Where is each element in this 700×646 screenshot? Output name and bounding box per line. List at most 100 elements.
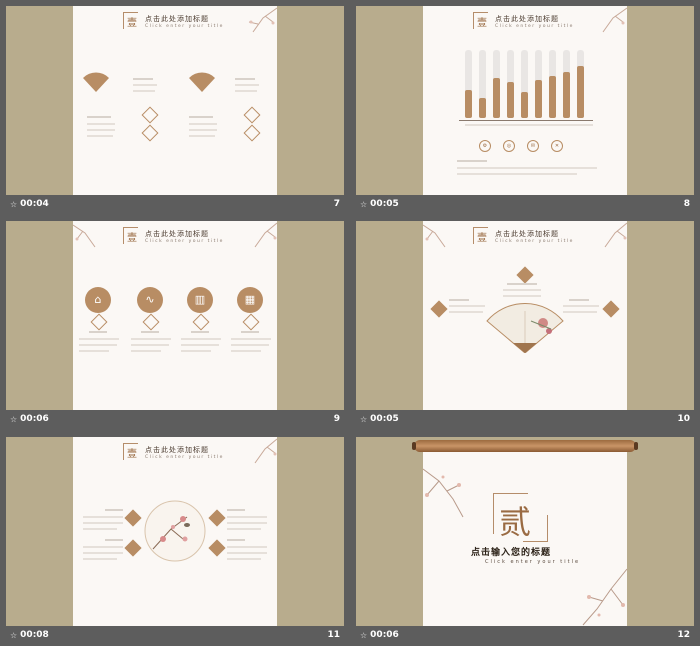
text-placeholder (449, 311, 483, 313)
header-subtitle: Click enter your title (145, 455, 224, 460)
text-placeholder (457, 167, 597, 169)
text-placeholder (503, 289, 541, 291)
text-placeholder (79, 350, 109, 352)
diamond-marker (141, 124, 159, 142)
text-placeholder (507, 283, 537, 285)
star-icon[interactable]: ☆ (360, 631, 367, 640)
section-subtitle: Click enter your title (485, 559, 581, 565)
header-title: 点击此处添加标题 (495, 15, 559, 23)
thumb-slide-8[interactable]: 壹 点击此处添加标题 Click enter your title ⚙ ◎ ✉ … (356, 6, 694, 213)
slide-page: 壹 点击此处添加标题 Click enter your title (73, 6, 277, 195)
diamond-marker (430, 300, 448, 318)
seal-frame: 壹 (473, 227, 488, 244)
trend-icon: ∿ (137, 287, 163, 313)
star-icon[interactable]: ☆ (10, 200, 17, 209)
text-placeholder (235, 84, 259, 86)
seal-frame: 壹 (123, 443, 138, 460)
seal-frame: 壹 (473, 12, 488, 29)
text-placeholder (141, 331, 159, 333)
seal-frame: 壹 (123, 12, 138, 29)
diamond-marker (602, 300, 620, 318)
slide-header: 壹 点击此处添加标题 Click enter your title (123, 227, 233, 249)
thumb-slide-9[interactable]: 壹 点击此处添加标题 Click enter your title ⌂ ∿ ▥ … (6, 221, 344, 428)
text-placeholder (79, 344, 117, 346)
slide-timing: 00:05 (370, 414, 399, 424)
text-placeholder (457, 160, 487, 162)
diamond-marker (243, 124, 261, 142)
text-placeholder (235, 90, 257, 92)
seal-char: 壹 (127, 233, 137, 244)
slide-timing: 00:06 (370, 630, 399, 640)
text-placeholder (89, 331, 107, 333)
text-placeholder (181, 350, 211, 352)
slide-header: 壹 点击此处添加标题 Click enter your title (123, 443, 233, 465)
text-placeholder (83, 546, 123, 548)
text-placeholder (457, 173, 577, 175)
fan-icon (189, 72, 215, 92)
text-placeholder (231, 338, 271, 340)
scroll-rod-end (412, 442, 416, 450)
text-placeholder (449, 299, 469, 301)
slide-timing: 00:08 (20, 630, 49, 640)
diamond-marker (242, 313, 260, 331)
slide-footer: ☆ 00:06 9 (6, 412, 344, 428)
star-icon[interactable]: ☆ (10, 415, 17, 424)
thumb-slide-10[interactable]: 壹 点击此处添加标题 Click enter your title ☆ 00:0… (356, 221, 694, 428)
text-placeholder (189, 135, 215, 137)
blossom-branch-icon (582, 568, 627, 626)
blossom-branch-icon (604, 222, 627, 248)
thumb-slide-12[interactable]: 贰 点击输入您的标题 Click enter your title ☆ 00:06… (356, 437, 694, 644)
header-title: 点击此处添加标题 (145, 446, 209, 454)
axis-line (459, 120, 593, 121)
thumb-slide-7[interactable]: 壹 点击此处添加标题 Click enter your title ☆ 00:0… (6, 6, 344, 213)
star-icon[interactable]: ☆ (10, 631, 17, 640)
text-placeholder (189, 129, 217, 131)
seal-char: 壹 (127, 18, 137, 29)
slide-footer: ☆ 00:05 8 (356, 197, 694, 213)
slide-frame: 壹 点击此处添加标题 Click enter your title (6, 6, 344, 195)
text-placeholder (133, 78, 153, 80)
slide-number: 7 (333, 199, 340, 209)
text-placeholder (227, 558, 261, 560)
fan-icon (83, 72, 109, 92)
text-placeholder (227, 546, 267, 548)
diamond-marker (124, 509, 142, 527)
text-placeholder (227, 539, 245, 541)
text-placeholder (449, 305, 485, 307)
star-icon[interactable]: ☆ (360, 415, 367, 424)
text-placeholder (83, 516, 123, 518)
gear-icon: ⚙ (479, 140, 491, 152)
blossom-branch-icon (248, 7, 277, 33)
tick-label-placeholder (465, 124, 593, 126)
header-title: 点击此处添加标题 (495, 230, 559, 238)
slide-timing: 00:05 (370, 199, 399, 209)
header-subtitle: Click enter your title (495, 239, 574, 244)
header-title: 点击此处添加标题 (145, 230, 209, 238)
target-icon: ◎ (503, 140, 515, 152)
slide-page: 壹 点击此处添加标题 Click enter your title (73, 437, 277, 626)
star-icon[interactable]: ☆ (360, 200, 367, 209)
text-placeholder (131, 350, 161, 352)
painted-fan-icon (486, 303, 564, 353)
seal-char: 壹 (127, 449, 137, 460)
text-placeholder (131, 344, 169, 346)
scroll-rod-end (634, 442, 638, 450)
blossom-branch-icon (423, 224, 446, 248)
text-placeholder (105, 509, 123, 511)
text-placeholder (83, 558, 117, 560)
text-placeholder (563, 305, 599, 307)
text-placeholder (563, 311, 597, 313)
thumb-slide-11[interactable]: 壹 点击此处添加标题 Click enter your title ☆ 00:0… (6, 437, 344, 644)
text-placeholder (227, 528, 261, 530)
slide-header: 壹 点击此处添加标题 Click enter your title (473, 12, 583, 34)
text-placeholder (133, 84, 157, 86)
diamond-marker (142, 313, 160, 331)
slide-footer: ☆ 00:06 12 (356, 628, 694, 644)
text-placeholder (227, 509, 245, 511)
text-placeholder (189, 123, 217, 125)
seal-char: 壹 (477, 233, 487, 244)
section-char: 贰 (499, 503, 532, 541)
text-placeholder (241, 331, 259, 333)
header-title: 点击此处添加标题 (145, 15, 209, 23)
slide-header: 壹 点击此处添加标题 Click enter your title (123, 12, 233, 34)
